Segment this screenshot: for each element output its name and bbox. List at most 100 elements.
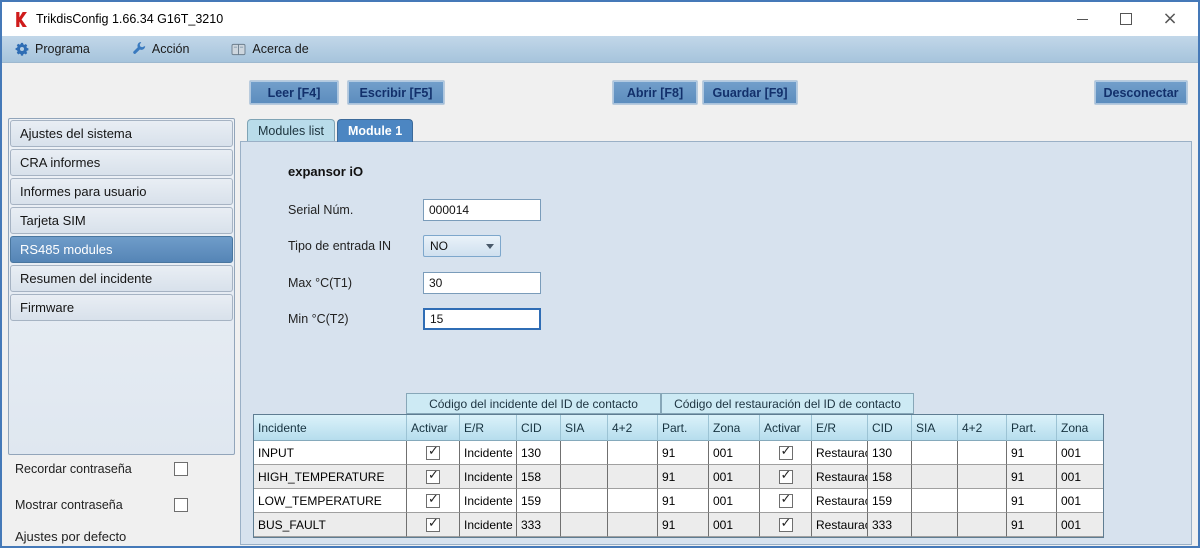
abrir-button[interactable]: Abrir [F8] (612, 80, 698, 105)
menu-item-accion[interactable]: Acción (132, 42, 190, 56)
sidebar-item-ajustes-del-sistema[interactable]: Ajustes del sistema (10, 120, 233, 147)
sidebar-item-resumen-del-incidente[interactable]: Resumen del incidente (10, 265, 233, 292)
table-cell (407, 489, 460, 513)
table-cell: 001 (709, 465, 760, 489)
row-checkbox[interactable] (426, 518, 440, 532)
table-cell: 001 (709, 441, 760, 465)
table-cell: HIGH_TEMPERATURE (254, 465, 407, 489)
sidebar-item-cra-informes[interactable]: CRA informes (10, 149, 233, 176)
table-cell (760, 489, 812, 513)
table-cell: 91 (658, 465, 709, 489)
table-cell (561, 513, 608, 537)
group-header-event: Código del incidente del ID de contacto (406, 393, 661, 414)
table-cell: Restauración (812, 513, 868, 537)
menu-item-label: Acción (152, 42, 190, 56)
title-bar: TrikdisConfig 1.66.34 G16T_3210 (2, 2, 1198, 36)
table-cell: 333 (517, 513, 561, 537)
table-cell: Incidente (460, 513, 517, 537)
table-cell: 91 (1007, 441, 1057, 465)
column-header: 4+2 (608, 415, 658, 441)
table-cell (760, 465, 812, 489)
table-cell: 333 (868, 513, 912, 537)
disconnect-button[interactable]: Desconectar (1094, 80, 1188, 105)
table-cell: 91 (658, 489, 709, 513)
field-input-3[interactable] (423, 308, 541, 330)
table-cell: 158 (517, 465, 561, 489)
password-option-row: Recordar contraseña (8, 460, 235, 478)
column-header: Part. (1007, 415, 1057, 441)
guardar-button[interactable]: Guardar [F9] (702, 80, 798, 105)
table-cell (608, 489, 658, 513)
table-cell (912, 513, 958, 537)
table-cell: Restauración (812, 465, 868, 489)
tab-module-1[interactable]: Module 1 (337, 119, 413, 142)
sidebar-item-informes-para-usuario[interactable]: Informes para usuario (10, 178, 233, 205)
table-cell (407, 513, 460, 537)
table-cell: 130 (868, 441, 912, 465)
column-header: Activar (407, 415, 460, 441)
row-checkbox[interactable] (779, 470, 793, 484)
select-value: NO (430, 239, 448, 253)
column-header: Incidente (254, 415, 407, 441)
incident-table-grid: IncidenteActivarE/RCIDSIA4+2Part.ZonaAct… (253, 414, 1104, 538)
table-cell: 158 (868, 465, 912, 489)
defaults-link[interactable]: Ajustes por defecto (15, 529, 126, 544)
app-logo-icon (14, 12, 28, 27)
menu-item-label: Acerca de (252, 42, 308, 56)
maximize-button[interactable] (1104, 2, 1148, 36)
menu-bar: Programa Acción Acerca de (2, 36, 1198, 63)
tab-modules-list[interactable]: Modules list (247, 119, 335, 141)
close-button[interactable] (1148, 2, 1192, 36)
table-cell (912, 465, 958, 489)
sidebar-item-rs485-modules[interactable]: RS485 modules (10, 236, 233, 263)
module-panel: expansor iO Serial Núm.Tipo de entrada I… (240, 141, 1192, 545)
checkbox-label: Mostrar contraseña (8, 498, 123, 512)
form-row: Serial Núm. (288, 199, 541, 221)
group-header-restore: Código del restauración del ID de contac… (661, 393, 914, 414)
menu-item-acerca-de[interactable]: Acerca de (231, 42, 308, 56)
input-type-select[interactable]: NO (423, 235, 501, 257)
table-cell (561, 489, 608, 513)
column-header: CID (517, 415, 561, 441)
column-header: 4+2 (958, 415, 1007, 441)
column-header: E/R (460, 415, 517, 441)
sidebar-menu: Ajustes del sistemaCRA informesInformes … (8, 118, 235, 455)
table-cell: 159 (517, 489, 561, 513)
row-checkbox[interactable] (779, 446, 793, 460)
row-checkbox[interactable] (426, 494, 440, 508)
form-title: expansor iO (288, 164, 363, 179)
escribir-button[interactable]: Escribir [F5] (347, 80, 445, 105)
table-cell (760, 513, 812, 537)
table-cell (958, 489, 1007, 513)
table-cell (407, 441, 460, 465)
row-checkbox[interactable] (426, 470, 440, 484)
table-cell (760, 441, 812, 465)
table-cell: 91 (1007, 489, 1057, 513)
sidebar-item-tarjeta-sim[interactable]: Tarjeta SIM (10, 207, 233, 234)
checkbox[interactable] (174, 498, 188, 512)
table-cell: 001 (1057, 489, 1103, 513)
checkbox-label: Recordar contraseña (8, 462, 132, 476)
wrench-icon (132, 42, 146, 56)
form-row: Max °C(T1) (288, 272, 541, 294)
leer-button[interactable]: Leer [F4] (249, 80, 339, 105)
menu-item-programa[interactable]: Programa (15, 42, 90, 56)
row-checkbox[interactable] (779, 518, 793, 532)
table-cell (912, 489, 958, 513)
table-cell: BUS_FAULT (254, 513, 407, 537)
chevron-down-icon (486, 244, 494, 249)
field-input-0[interactable] (423, 199, 541, 221)
table-cell: 001 (709, 513, 760, 537)
table-cell: Restauración (812, 441, 868, 465)
table-cell: 91 (658, 513, 709, 537)
table-cell (958, 513, 1007, 537)
sidebar-item-firmware[interactable]: Firmware (10, 294, 233, 321)
table-cell: 001 (1057, 441, 1103, 465)
minimize-button[interactable] (1060, 2, 1104, 36)
table-cell: 91 (1007, 465, 1057, 489)
field-input-2[interactable] (423, 272, 541, 294)
checkbox[interactable] (174, 462, 188, 476)
menu-item-label: Programa (35, 42, 90, 56)
row-checkbox[interactable] (426, 446, 440, 460)
row-checkbox[interactable] (779, 494, 793, 508)
